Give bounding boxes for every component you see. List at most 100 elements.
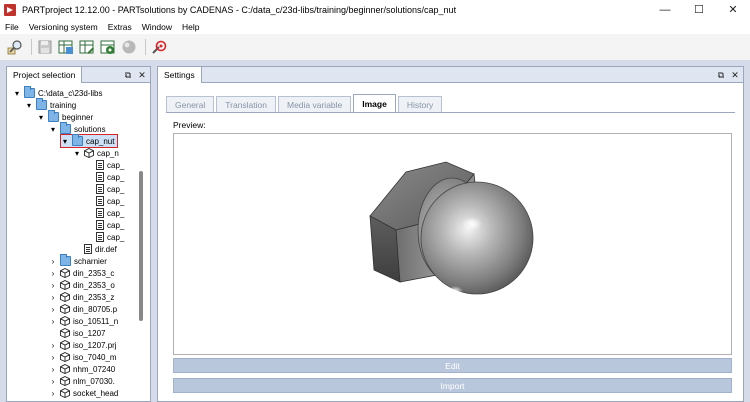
tree-node-label: cap_ [107, 160, 125, 170]
expand-toggle-icon[interactable]: ▾ [25, 101, 33, 110]
tree-node[interactable]: ▾ cap_n [73, 147, 119, 159]
expand-toggle-icon [85, 173, 93, 181]
tree-node[interactable]: › din_80705.p [49, 303, 117, 315]
preview-image-area[interactable] [173, 133, 732, 355]
tree-node[interactable]: dir.def [73, 243, 117, 255]
edit-button[interactable]: Edit [173, 358, 732, 373]
tab-image[interactable]: Image [353, 94, 396, 112]
folder-icon [24, 86, 35, 98]
tab-divider [166, 112, 735, 113]
tree-scrollbar[interactable] [139, 171, 143, 321]
tree-node-label: iso_7040_m [73, 352, 117, 362]
expand-toggle-icon[interactable]: › [49, 377, 57, 386]
tree-node[interactable]: › scharnier [49, 254, 107, 267]
tree-node[interactable]: cap_ [85, 171, 124, 183]
close-button[interactable]: ✕ [716, 0, 750, 19]
tree-node[interactable]: cap_ [85, 195, 124, 207]
part-cube-icon [60, 363, 70, 374]
panel-close-icon[interactable]: ✕ [136, 69, 148, 81]
table-view-icon[interactable] [78, 39, 95, 56]
tab-media-variable[interactable]: Media variable [277, 96, 352, 112]
file-icon [96, 172, 104, 182]
expand-toggle-icon[interactable]: ▾ [37, 113, 45, 122]
tree-node-selected[interactable]: ▾ cap_nut [59, 134, 119, 148]
tree-node[interactable]: › iso_7040_m [49, 351, 117, 363]
project-selection-panel: Project selection ⧉ ✕ ▾ C:\data_c\23d-lib… [6, 66, 151, 402]
tree-node[interactable]: cap_ [85, 159, 124, 171]
menu-window[interactable]: Window [137, 22, 177, 32]
app-logo-icon [4, 3, 16, 16]
search-icon[interactable] [6, 39, 23, 56]
expand-toggle-icon[interactable]: ▾ [61, 137, 69, 146]
expand-toggle-icon [85, 161, 93, 169]
tree-node[interactable]: › din_2353_z [49, 291, 114, 303]
tree-node[interactable]: › socket_head [49, 387, 118, 399]
menu-versioning-system[interactable]: Versioning system [24, 22, 103, 32]
settings-panel: Settings ⧉ ✕ General Translation Media v… [157, 66, 744, 402]
table-settings-icon[interactable] [99, 39, 116, 56]
tree-node[interactable]: › nhm_07240 [49, 363, 115, 375]
tree-node-label: cap_ [107, 220, 125, 230]
expand-toggle-icon[interactable]: › [49, 365, 57, 374]
tree-node[interactable]: cap_ [85, 219, 124, 231]
expand-toggle-icon[interactable]: › [49, 281, 57, 290]
expand-toggle-icon[interactable]: ▾ [13, 89, 21, 98]
tab-translation[interactable]: Translation [216, 96, 276, 112]
panel-close-icon[interactable]: ✕ [729, 69, 741, 81]
tree-node[interactable]: › nlm_07030. [49, 375, 115, 387]
expand-toggle-icon[interactable]: ▾ [49, 125, 57, 134]
maximize-button[interactable]: ☐ [682, 0, 716, 19]
import-button[interactable]: Import [173, 378, 732, 393]
tree-node[interactable]: › din_2353_c [49, 267, 114, 279]
tree-node-label: din_2353_c [73, 268, 115, 278]
menu-bar: File Versioning system Extras Window Hel… [0, 19, 750, 34]
expand-toggle-icon[interactable]: › [49, 389, 57, 398]
tree-node[interactable]: iso_1207 [49, 327, 105, 339]
save-icon[interactable] [36, 39, 53, 56]
wrench-refresh-icon[interactable] [150, 39, 167, 56]
panel-float-icon[interactable]: ⧉ [122, 69, 134, 81]
tree-node[interactable]: cap_ [85, 231, 124, 243]
tree-node[interactable]: cap_ [85, 183, 124, 195]
tree-node[interactable]: › iso_10511_n [49, 315, 118, 327]
expand-toggle-icon [85, 185, 93, 193]
tree-node-label: dir.def [95, 244, 117, 254]
expand-toggle-icon [85, 197, 93, 205]
table-export-icon[interactable] [57, 39, 74, 56]
settings-panel-title[interactable]: Settings [158, 66, 202, 83]
project-panel-title[interactable]: Project selection [7, 66, 83, 83]
toolbar-separator [145, 39, 146, 55]
expand-toggle-icon[interactable]: › [49, 341, 57, 350]
tree-node-label: socket_head [73, 388, 119, 398]
tree-node[interactable]: › iso_1207.prj [49, 339, 117, 351]
sphere-icon[interactable] [120, 39, 137, 56]
tree-node[interactable]: cap_ [85, 207, 124, 219]
expand-toggle-icon[interactable]: › [49, 293, 57, 302]
tree-node-label: beginner [62, 112, 94, 122]
menu-help[interactable]: Help [177, 22, 204, 32]
tree-node-label: nhm_07240 [73, 364, 116, 374]
tab-general[interactable]: General [166, 96, 215, 112]
expand-toggle-icon[interactable]: › [49, 353, 57, 362]
toolbar-separator [31, 39, 32, 55]
tree-node[interactable]: ▾ C:\data_c\23d-libs [13, 86, 102, 99]
cap-nut-render [369, 161, 534, 296]
tab-history[interactable]: History [397, 96, 443, 112]
folder-icon [60, 254, 71, 266]
minimize-button[interactable]: — [648, 0, 682, 19]
expand-toggle-icon[interactable]: › [49, 317, 57, 326]
panel-float-icon[interactable]: ⧉ [715, 69, 727, 81]
folder-icon [48, 110, 59, 122]
file-icon [96, 208, 104, 218]
window-title: PARTproject 12.12.00 - PARTsolutions by … [22, 4, 457, 15]
expand-toggle-icon[interactable]: ▾ [73, 149, 81, 158]
part-cube-icon [60, 375, 70, 386]
tree-node[interactable]: › din_2353_o [49, 279, 115, 291]
expand-toggle-icon[interactable]: › [49, 269, 57, 278]
expand-toggle-icon[interactable]: › [49, 305, 57, 314]
expand-toggle-icon[interactable]: › [49, 257, 57, 266]
settings-panel-header: Settings ⧉ ✕ [158, 66, 743, 83]
menu-extras[interactable]: Extras [103, 22, 137, 32]
part-cube-icon [60, 267, 70, 278]
menu-file[interactable]: File [0, 22, 24, 32]
